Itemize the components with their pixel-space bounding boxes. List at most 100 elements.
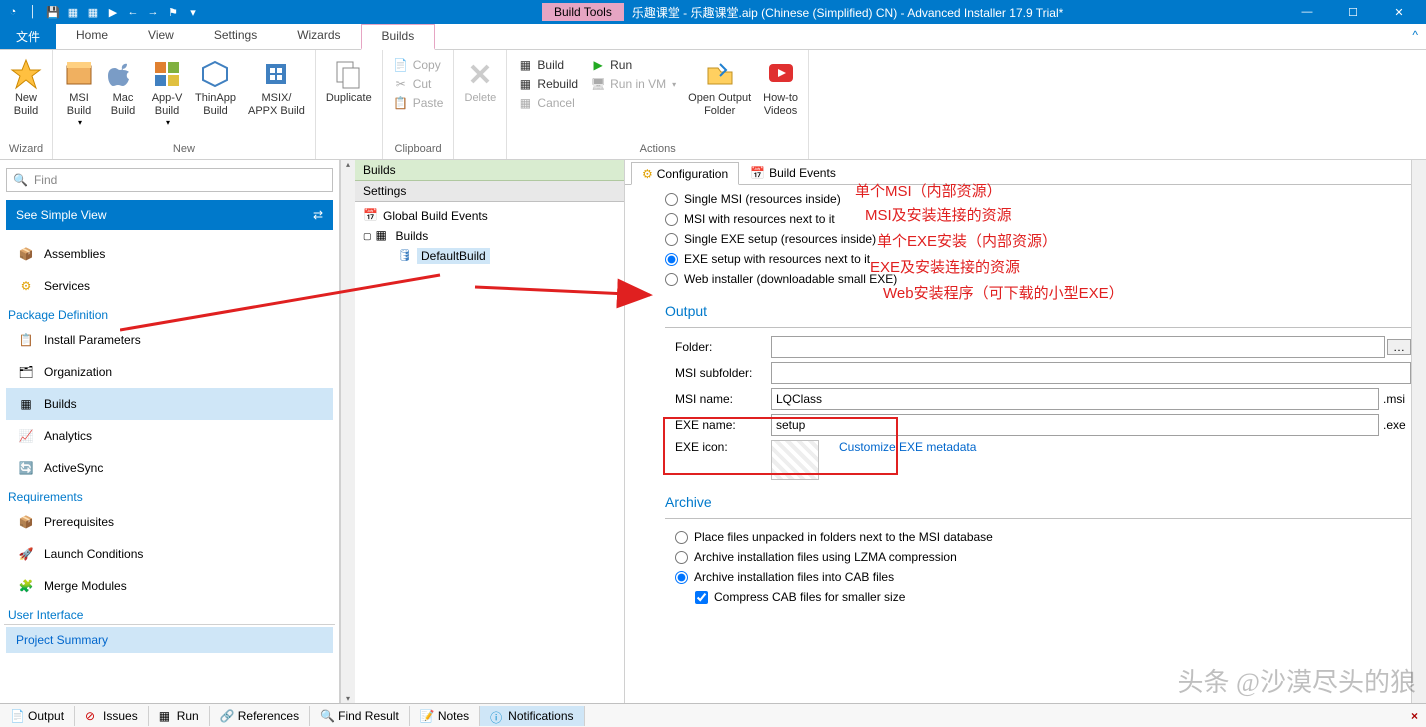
new-build-button[interactable]: New Build bbox=[6, 56, 46, 120]
exe-icon-row: EXE icon: Customize EXE metadata bbox=[665, 440, 1411, 480]
radio-archive-unpacked[interactable]: Place files unpacked in folders next to … bbox=[665, 527, 1411, 547]
tab-settings[interactable]: Settings bbox=[194, 24, 277, 49]
ribbon-group-clipboard: 📄Copy ✂Cut 📋Paste Clipboard bbox=[383, 50, 455, 159]
radio-single-msi[interactable]: Single MSI (resources inside) bbox=[665, 189, 1411, 209]
tab-file[interactable]: 文件 bbox=[0, 24, 56, 49]
msi-subfolder-input[interactable] bbox=[771, 362, 1411, 384]
rebuild-button[interactable]: ▦Rebuild bbox=[513, 75, 582, 93]
ribbon-collapse-icon[interactable]: ^ bbox=[1404, 24, 1426, 49]
tab-configuration[interactable]: ⚙Configuration bbox=[631, 162, 739, 185]
tab-wizards[interactable]: Wizards bbox=[277, 24, 360, 49]
open-output-folder-button[interactable]: Open Output Folder bbox=[684, 56, 755, 120]
minimize-button[interactable]: — bbox=[1284, 0, 1330, 24]
copy-button[interactable]: 📄Copy bbox=[389, 56, 448, 74]
folder-row: Folder: … bbox=[665, 336, 1411, 358]
folder-browse-button[interactable]: … bbox=[1387, 339, 1411, 355]
bottom-tab-run[interactable]: ▦Run bbox=[149, 706, 210, 726]
nav-launch-conditions[interactable]: 🚀Launch Conditions bbox=[6, 538, 333, 570]
ribbon-group-duplicate: Duplicate bbox=[316, 50, 383, 159]
radio-archive-cab[interactable]: Archive installation files into CAB file… bbox=[665, 567, 1411, 587]
nav-install-parameters[interactable]: 📋Install Parameters bbox=[6, 324, 333, 356]
qat-icon[interactable]: ◔ bbox=[4, 3, 22, 21]
duplicate-button[interactable]: Duplicate bbox=[322, 56, 376, 107]
folder-input[interactable] bbox=[771, 336, 1385, 358]
close-button[interactable]: ✕ bbox=[1376, 0, 1422, 24]
bottom-tab-references[interactable]: 🔗References bbox=[210, 706, 310, 726]
msix-build-button[interactable]: MSIX/ APPX Build bbox=[244, 56, 309, 120]
contextual-tab-build-tools[interactable]: Build Tools bbox=[542, 3, 624, 21]
radio-archive-lzma[interactable]: Archive installation files using LZMA co… bbox=[665, 547, 1411, 567]
annotation-2: MSI及安装连接的资源 bbox=[865, 204, 1012, 225]
tab-view[interactable]: View bbox=[128, 24, 194, 49]
bottom-tabs: 📄Output ⊘Issues ▦Run 🔗References 🔍Find R… bbox=[0, 703, 1426, 727]
nav-merge-modules[interactable]: 🧩Merge Modules bbox=[6, 570, 333, 602]
mac-build-button[interactable]: Mac Build bbox=[103, 56, 143, 120]
ribbon: New Build Wizard MSI Build▾ Mac Build Ap… bbox=[0, 50, 1426, 160]
build-button[interactable]: ▦Build bbox=[513, 56, 582, 74]
paste-button[interactable]: 📋Paste bbox=[389, 94, 448, 112]
qat-play-icon[interactable]: ▶ bbox=[104, 3, 122, 21]
delete-button[interactable]: Delete bbox=[460, 56, 500, 107]
radio-msi-next[interactable]: MSI with resources next to it bbox=[665, 209, 1411, 229]
settings-panel-header: Settings bbox=[355, 181, 624, 202]
appv-build-button[interactable]: App-V Build▾ bbox=[147, 56, 187, 129]
bottom-tab-issues[interactable]: ⊘Issues bbox=[75, 706, 149, 726]
nav-header-package-definition: Package Definition bbox=[4, 302, 335, 324]
nav-activesync[interactable]: 🔄ActiveSync bbox=[6, 452, 333, 484]
qat-grid2-icon[interactable]: ▦ bbox=[84, 3, 102, 21]
nav-project-summary[interactable]: Project Summary bbox=[6, 627, 333, 653]
nav-analytics[interactable]: 📈Analytics bbox=[6, 420, 333, 452]
tab-build-events[interactable]: 📅Build Events bbox=[739, 162, 847, 184]
bottom-tab-find-result[interactable]: 🔍Find Result bbox=[310, 706, 410, 726]
bottom-tab-output[interactable]: 📄Output bbox=[0, 706, 75, 726]
thinapp-build-button[interactable]: ThinApp Build bbox=[191, 56, 240, 120]
nav-organization[interactable]: 🗂Organization bbox=[6, 356, 333, 388]
bottom-tab-notifications[interactable]: ⓘNotifications bbox=[480, 706, 584, 726]
nav-services[interactable]: ⚙Services bbox=[6, 270, 333, 302]
howto-videos-button[interactable]: How-to Videos bbox=[759, 56, 802, 120]
detail-tabs: ⚙Configuration 📅Build Events bbox=[625, 160, 1411, 185]
nav-assemblies[interactable]: 📦Assemblies bbox=[6, 238, 333, 270]
qat-flag-icon[interactable]: ⚑ bbox=[164, 3, 182, 21]
check-compress-cab[interactable]: Compress CAB files for smaller size bbox=[665, 587, 1411, 607]
nav-builds[interactable]: ▦Builds bbox=[6, 388, 333, 420]
run-in-vm-button[interactable]: 🖥Run in VM▾ bbox=[586, 75, 680, 93]
tab-builds[interactable]: Builds bbox=[361, 24, 436, 50]
tree-default-build[interactable]: 🛢DefaultBuild bbox=[361, 246, 618, 266]
tree-builds-node[interactable]: ▢▦Builds bbox=[361, 226, 618, 246]
ribbon-group-actions: ▦Build ▦Rebuild ▦Cancel ▶Run 🖥Run in VM▾… bbox=[507, 50, 809, 159]
msi-name-input[interactable] bbox=[771, 388, 1379, 410]
maximize-button[interactable]: ☐ bbox=[1330, 0, 1376, 24]
exe-name-input[interactable] bbox=[771, 414, 1379, 436]
tree-global-build-events[interactable]: 📅Global Build Events bbox=[361, 206, 618, 226]
title-bar: ◔ │ 💾 ▦ ▦ ▶ ← → ⚑ ▾ Build Tools 乐趣课堂 - 乐… bbox=[0, 0, 1426, 24]
exe-name-row: EXE name: .exe bbox=[665, 414, 1411, 436]
navigation-column: 🔍Find See Simple View⇄ 📦Assemblies ⚙Serv… bbox=[0, 160, 340, 703]
radio-exe-next[interactable]: EXE setup with resources next to it bbox=[665, 249, 1411, 269]
qat-back-icon[interactable]: ← bbox=[124, 3, 142, 21]
bottom-tab-notes[interactable]: 📝Notes bbox=[410, 706, 480, 726]
window-controls: — ☐ ✕ bbox=[1284, 0, 1422, 24]
ribbon-group-delete: Delete bbox=[454, 50, 507, 159]
find-input[interactable]: 🔍Find bbox=[6, 168, 333, 192]
qat-sep: │ bbox=[24, 3, 42, 21]
qat-save-icon[interactable]: 💾 bbox=[44, 3, 62, 21]
swap-icon: ⇄ bbox=[313, 208, 323, 222]
run-button[interactable]: ▶Run bbox=[586, 56, 680, 74]
detail-scrollbar[interactable] bbox=[1411, 160, 1426, 703]
qat-fwd-icon[interactable]: → bbox=[144, 3, 162, 21]
collapse-icon[interactable]: ▢ bbox=[363, 231, 372, 242]
msi-build-button[interactable]: MSI Build▾ bbox=[59, 56, 99, 129]
bottom-close-button[interactable]: × bbox=[1403, 709, 1426, 723]
see-simple-view-button[interactable]: See Simple View⇄ bbox=[6, 200, 333, 230]
tab-home[interactable]: Home bbox=[56, 24, 128, 49]
calendar-icon: 📅 bbox=[750, 166, 765, 180]
nav-prerequisites[interactable]: 📦Prerequisites bbox=[6, 506, 333, 538]
exe-icon-preview[interactable] bbox=[771, 440, 819, 480]
cut-button[interactable]: ✂Cut bbox=[389, 75, 448, 93]
qat-dd-icon[interactable]: ▾ bbox=[184, 3, 202, 21]
qat-grid-icon[interactable]: ▦ bbox=[64, 3, 82, 21]
cancel-button[interactable]: ▦Cancel bbox=[513, 94, 582, 112]
customize-exe-metadata-link[interactable]: Customize EXE metadata bbox=[839, 440, 976, 454]
nav-scrollbar[interactable] bbox=[340, 160, 355, 703]
